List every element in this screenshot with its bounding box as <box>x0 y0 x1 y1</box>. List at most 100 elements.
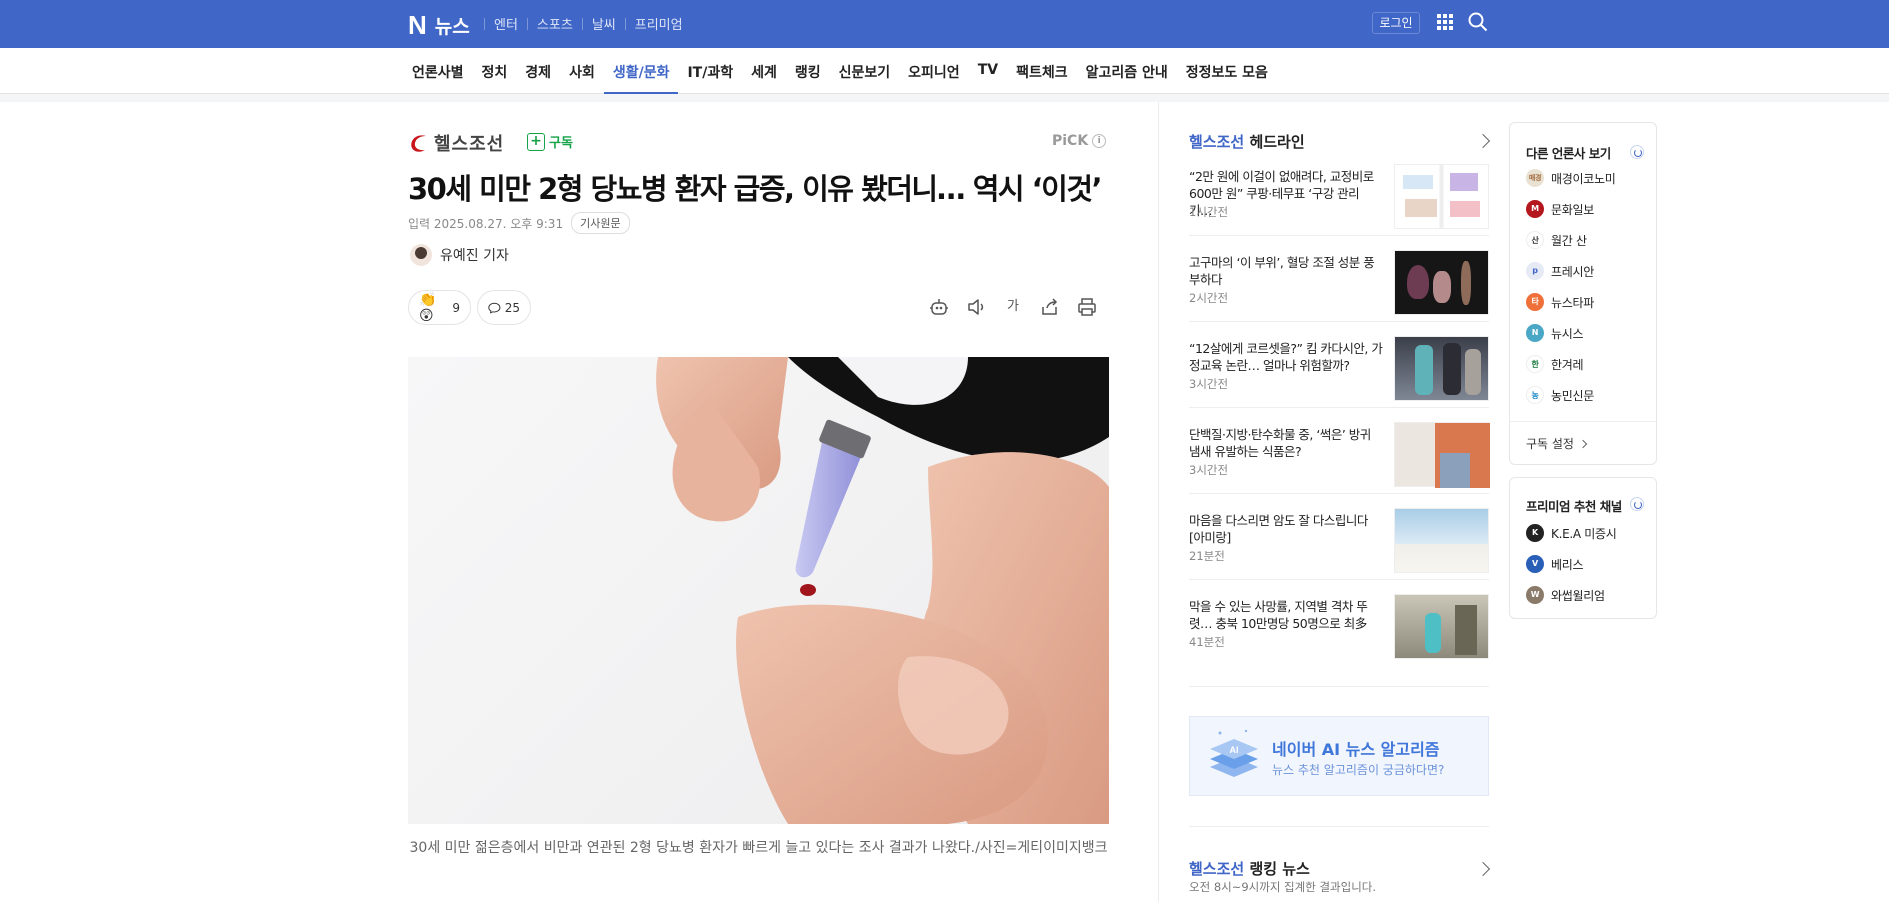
ranking-label: 랭킹 뉴스 <box>1249 860 1310 878</box>
press-item[interactable]: p 프레시안 <box>1526 262 1594 280</box>
section-life-culture[interactable]: 생활/문화 <box>603 48 679 94</box>
chevron-right-icon[interactable] <box>1475 861 1491 877</box>
press-item[interactable]: N 뉴시스 <box>1526 324 1584 342</box>
ai-algorithm-banner[interactable]: AI 네이버 AI 뉴스 알고리즘 뉴스 추천 알고리즘이 궁금하다면? <box>1189 716 1489 796</box>
section-society[interactable]: 사회 <box>560 48 604 94</box>
headline-item[interactable]: “12살에게 코르셋을?” 킴 카다시안, 가정교육 논란… 얼마나 위험할까?… <box>1189 336 1489 426</box>
top-bar: N 뉴스 엔터 스포츠 날씨 프리미엄 로그인 <box>0 0 1889 48</box>
premium-channel-item[interactable]: V 베리스 <box>1526 555 1584 573</box>
ai-banner-title: 네이버 AI 뉴스 알고리즘 <box>1272 740 1440 759</box>
headline-thumbnail <box>1394 594 1489 659</box>
section-opinion[interactable]: 오피니언 <box>899 48 969 94</box>
press-name: 헬스조선 <box>434 134 505 155</box>
press-item[interactable]: M 문화일보 <box>1526 200 1594 218</box>
article-dateline: 입력 2025.08.27. 오후 9:31 기사원문 <box>408 212 630 234</box>
section-corrections[interactable]: 정정보도 모음 <box>1177 48 1277 94</box>
headline-thumbnail <box>1394 164 1489 229</box>
premium-channel-item[interactable]: K K.E.A 미증시 <box>1526 524 1617 542</box>
press-item-name: 뉴스타파 <box>1551 295 1594 310</box>
speaker-icon[interactable] <box>965 296 987 318</box>
section-press[interactable]: 언론사별 <box>403 48 473 94</box>
topnav-premium[interactable]: 프리미엄 <box>626 14 692 33</box>
plus-icon: + <box>527 132 545 151</box>
divider <box>1189 407 1489 408</box>
topnav-entertainment[interactable]: 엔터 <box>485 14 527 33</box>
reaction-emoji-icon: 👏😲 <box>419 291 437 324</box>
ranking-title[interactable]: 헬스조선 랭킹 뉴스 <box>1189 858 1310 879</box>
reaction-button[interactable]: 👏😲 9 <box>408 290 471 325</box>
section-newspaper[interactable]: 신문보기 <box>830 48 900 94</box>
divider <box>1189 686 1489 687</box>
chevron-right-icon[interactable] <box>1475 133 1491 149</box>
font-size-icon[interactable]: 가 <box>1002 296 1024 318</box>
headline-time: 21분전 <box>1189 549 1225 563</box>
article-tools: 가 <box>928 296 1113 318</box>
headline-thumbnail <box>1394 508 1489 573</box>
glucose-meter-photo <box>656 357 1109 824</box>
pick-badge[interactable]: PiCK i <box>1052 133 1107 149</box>
press-item[interactable]: 산 월간 산 <box>1526 231 1587 249</box>
channel-avatar: K <box>1526 524 1544 542</box>
topnav-sports[interactable]: 스포츠 <box>528 14 582 33</box>
headline-item[interactable]: 단백질·지방·탄수화물 중, ‘썩은’ 방귀 냄새 유발하는 식품은? 3시간전 <box>1189 422 1490 512</box>
headline-item[interactable]: 마음을 다스리면 암도 잘 다스립니다 [아미랑] 21분전 <box>1189 508 1489 598</box>
headline-time: 1시간전 <box>1189 205 1229 219</box>
section-tv[interactable]: TV <box>969 48 1007 94</box>
press-logo-icon: 한 <box>1526 355 1544 373</box>
press-item-name: 뉴시스 <box>1551 326 1584 341</box>
headline-time: 41분전 <box>1189 635 1225 649</box>
info-icon[interactable]: i <box>1092 134 1107 148</box>
press-item[interactable]: 매경 매경이코노미 <box>1526 169 1616 187</box>
section-factcheck[interactable]: 팩트체크 <box>1007 48 1077 94</box>
premium-channel-item[interactable]: W 와썹윌리엄 <box>1526 586 1605 604</box>
press-item[interactable]: 농 농민신문 <box>1526 386 1594 404</box>
section-economy[interactable]: 경제 <box>516 48 560 94</box>
login-button[interactable]: 로그인 <box>1372 12 1420 34</box>
summary-bot-icon[interactable] <box>928 296 950 318</box>
subscribe-label: 구독 <box>549 136 573 151</box>
divider <box>1189 826 1489 827</box>
share-icon[interactable] <box>1039 296 1061 318</box>
column-divider <box>1158 102 1159 902</box>
original-article-link[interactable]: 기사원문 <box>571 212 630 234</box>
print-icon[interactable] <box>1076 296 1098 318</box>
publish-date: 입력 2025.08.27. 오후 9:31 <box>408 216 564 231</box>
press-logo-icon: 산 <box>1526 231 1544 249</box>
ai-banner-subtitle: 뉴스 추천 알고리즘이 궁금하다면? <box>1272 763 1445 777</box>
press-logo[interactable]: 헬스조선 <box>408 130 504 156</box>
naver-news-logo[interactable]: N 뉴스 <box>408 10 470 41</box>
headline-item[interactable]: “2만 원에 이걸이 없애려다, 교정비로 600만 원” 쿠팡·테무표 ‘구강… <box>1189 164 1489 254</box>
article-photo[interactable] <box>408 357 1109 824</box>
press-logo-icon: 농 <box>1526 386 1544 404</box>
photo-caption: 30세 미만 젊은층에서 비만과 연관된 2형 당뇨병 환자가 빠르게 늘고 있… <box>409 840 1108 856</box>
section-nav: 언론사별 정치 경제 사회 생활/문화 IT/과학 세계 랭킹 신문보기 오피니… <box>0 48 1889 94</box>
divider <box>1189 235 1489 236</box>
press-logo-icon: 타 <box>1526 293 1544 311</box>
apps-grid-icon[interactable] <box>1437 14 1453 30</box>
subscribe-button[interactable]: + 구독 <box>527 132 573 151</box>
press-swoosh-icon <box>411 135 426 152</box>
press-item-name: 농민신문 <box>1551 388 1594 403</box>
section-world[interactable]: 세계 <box>742 48 786 94</box>
refresh-icon[interactable] <box>1630 497 1644 511</box>
channel-name: 와썹윌리엄 <box>1551 588 1605 603</box>
section-ranking[interactable]: 랭킹 <box>786 48 830 94</box>
section-it-science[interactable]: IT/과학 <box>678 48 742 94</box>
channel-avatar: W <box>1526 586 1544 604</box>
headline-section-title[interactable]: 헬스조선 헤드라인 <box>1189 131 1305 152</box>
reporter[interactable]: 유예진 기자 <box>410 244 509 266</box>
press-item[interactable]: 타 뉴스타파 <box>1526 293 1594 311</box>
refresh-icon[interactable] <box>1630 145 1644 159</box>
press-item-name: 문화일보 <box>1551 202 1594 217</box>
press-item[interactable]: 한 한겨레 <box>1526 355 1584 373</box>
topnav-weather[interactable]: 날씨 <box>583 14 625 33</box>
headline-item[interactable]: 막을 수 있는 사망률, 지역별 격차 뚜렷… 충북 10만명당 50명으로 최… <box>1189 594 1489 684</box>
subscription-settings-link[interactable]: 구독 설정 <box>1526 435 1586 452</box>
headline-item[interactable]: 고구마의 ‘이 부위’, 혈당 조절 성분 풍부하다 2시간전 <box>1189 250 1489 340</box>
comment-button[interactable]: 25 <box>477 290 531 325</box>
channel-name: 베리스 <box>1551 557 1584 572</box>
section-algorithm[interactable]: 알고리즘 안내 <box>1077 48 1177 94</box>
section-politics[interactable]: 정치 <box>473 48 517 94</box>
search-icon[interactable] <box>1468 12 1488 32</box>
press-item-name: 매경이코노미 <box>1551 171 1616 186</box>
